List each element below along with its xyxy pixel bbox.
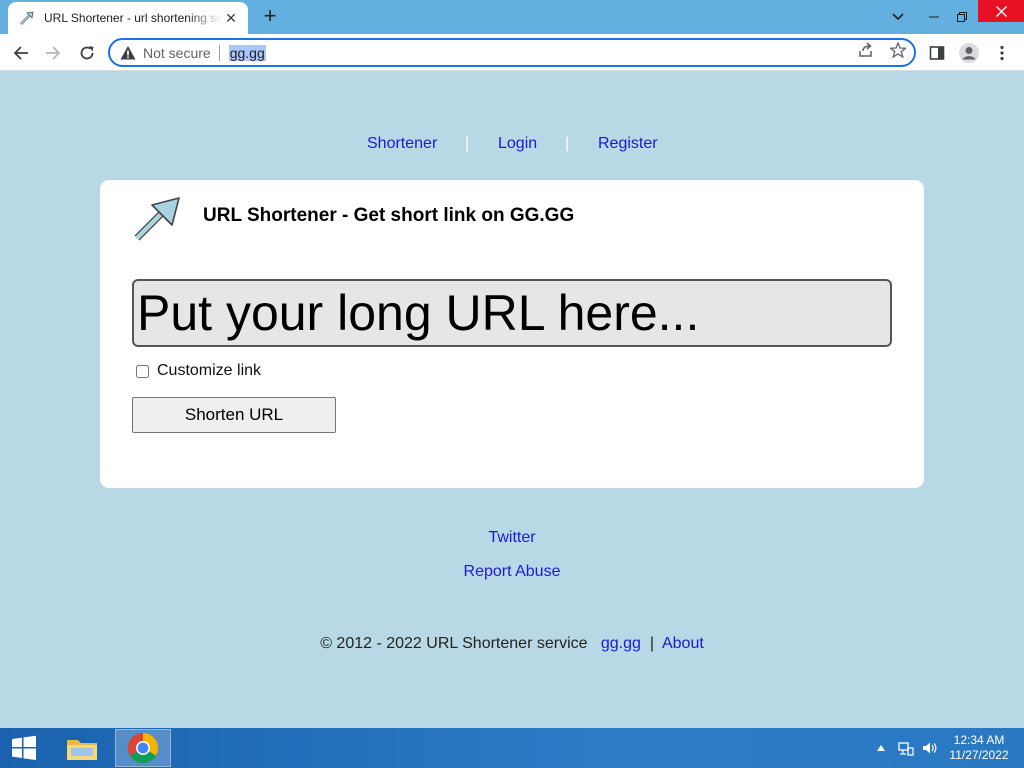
copyright-text: © 2012 - 2022 URL Shortener service: [320, 635, 588, 652]
back-arrow-icon: [13, 46, 28, 60]
tab-close-icon[interactable]: ✕: [222, 9, 240, 27]
chrome-icon: [127, 733, 159, 764]
report-abuse-link[interactable]: Report Abuse: [464, 563, 561, 580]
omnibox-divider: [218, 44, 220, 61]
report-abuse-link-row: Report Abuse: [0, 563, 1024, 581]
nav-separator: |: [565, 135, 570, 152]
network-icon[interactable]: [896, 728, 916, 768]
windows-taskbar: 12:34 AM 11/27/2022: [0, 728, 1024, 768]
tab-title: URL Shortener - url shortening service: [44, 11, 222, 25]
share-icon[interactable]: [856, 40, 876, 60]
shortener-card: URL Shortener - Get short link on GG.GG …: [100, 180, 924, 488]
forward-arrow-icon: [46, 46, 61, 60]
reload-icon: [80, 46, 94, 60]
footer-link-about[interactable]: About: [662, 635, 704, 652]
taskbar-file-explorer[interactable]: [54, 729, 110, 767]
card-title: URL Shortener - Get short link on GG.GG: [203, 205, 575, 226]
twitter-link-row: Twitter: [0, 529, 1024, 547]
show-hidden-icons-icon[interactable]: [874, 728, 888, 768]
url-text[interactable]: gg.gg: [228, 44, 266, 61]
reload-button[interactable]: [74, 40, 100, 66]
customize-link-row[interactable]: Customize link: [136, 362, 261, 380]
forward-button[interactable]: [40, 40, 66, 66]
back-button[interactable]: [8, 40, 34, 66]
shorten-url-button[interactable]: Shorten URL: [132, 397, 336, 433]
footer-link-ggg[interactable]: gg.gg: [601, 635, 641, 652]
clock-time: 12:34 AM: [953, 733, 1005, 747]
nav-link-login[interactable]: Login: [498, 135, 537, 153]
warning-icon: [120, 45, 136, 59]
footer-separator: |: [649, 635, 654, 652]
nav-link-register[interactable]: Register: [598, 135, 658, 153]
nav-separator: |: [465, 135, 470, 152]
system-clock[interactable]: 12:34 AM 11/27/2022: [944, 733, 1014, 763]
folder-icon: [67, 740, 97, 760]
address-bar[interactable]: Not secure gg.gg: [108, 38, 916, 67]
long-url-input[interactable]: [132, 279, 892, 347]
clock-date: 11/27/2022: [949, 748, 1009, 762]
customize-link-label: Customize link: [157, 362, 262, 379]
volume-icon[interactable]: [920, 728, 940, 768]
arrow-favicon-icon: [20, 11, 34, 25]
windows-logo-icon: [12, 735, 36, 760]
top-navigation: Shortener | Login | Register: [0, 135, 1024, 155]
nav-link-shortener[interactable]: Shortener: [367, 135, 437, 153]
not-secure-label[interactable]: Not secure: [143, 45, 211, 61]
bookmark-star-icon[interactable]: [888, 40, 908, 60]
side-panel-icon[interactable]: [926, 42, 948, 64]
browser-toolbar: Not secure gg.gg: [0, 34, 1024, 71]
restore-icon[interactable]: [942, 0, 982, 34]
arrow-logo-icon: [134, 197, 180, 241]
new-tab-button[interactable]: +: [258, 5, 282, 29]
twitter-link[interactable]: Twitter: [488, 529, 535, 546]
page-footer: © 2012 - 2022 URL Shortener service gg.g…: [0, 635, 1024, 653]
menu-kebab-icon[interactable]: [991, 42, 1013, 64]
start-button[interactable]: [0, 728, 48, 768]
browser-titlebar: URL Shortener - url shortening service ✕…: [0, 0, 1024, 34]
taskbar-chrome[interactable]: [115, 729, 171, 767]
tab-search-icon[interactable]: [878, 0, 918, 34]
browser-tab[interactable]: URL Shortener - url shortening service ✕: [8, 2, 248, 34]
customize-link-checkbox[interactable]: [136, 364, 149, 378]
profile-avatar-icon[interactable]: [958, 42, 980, 64]
close-window-icon[interactable]: [978, 0, 1024, 22]
